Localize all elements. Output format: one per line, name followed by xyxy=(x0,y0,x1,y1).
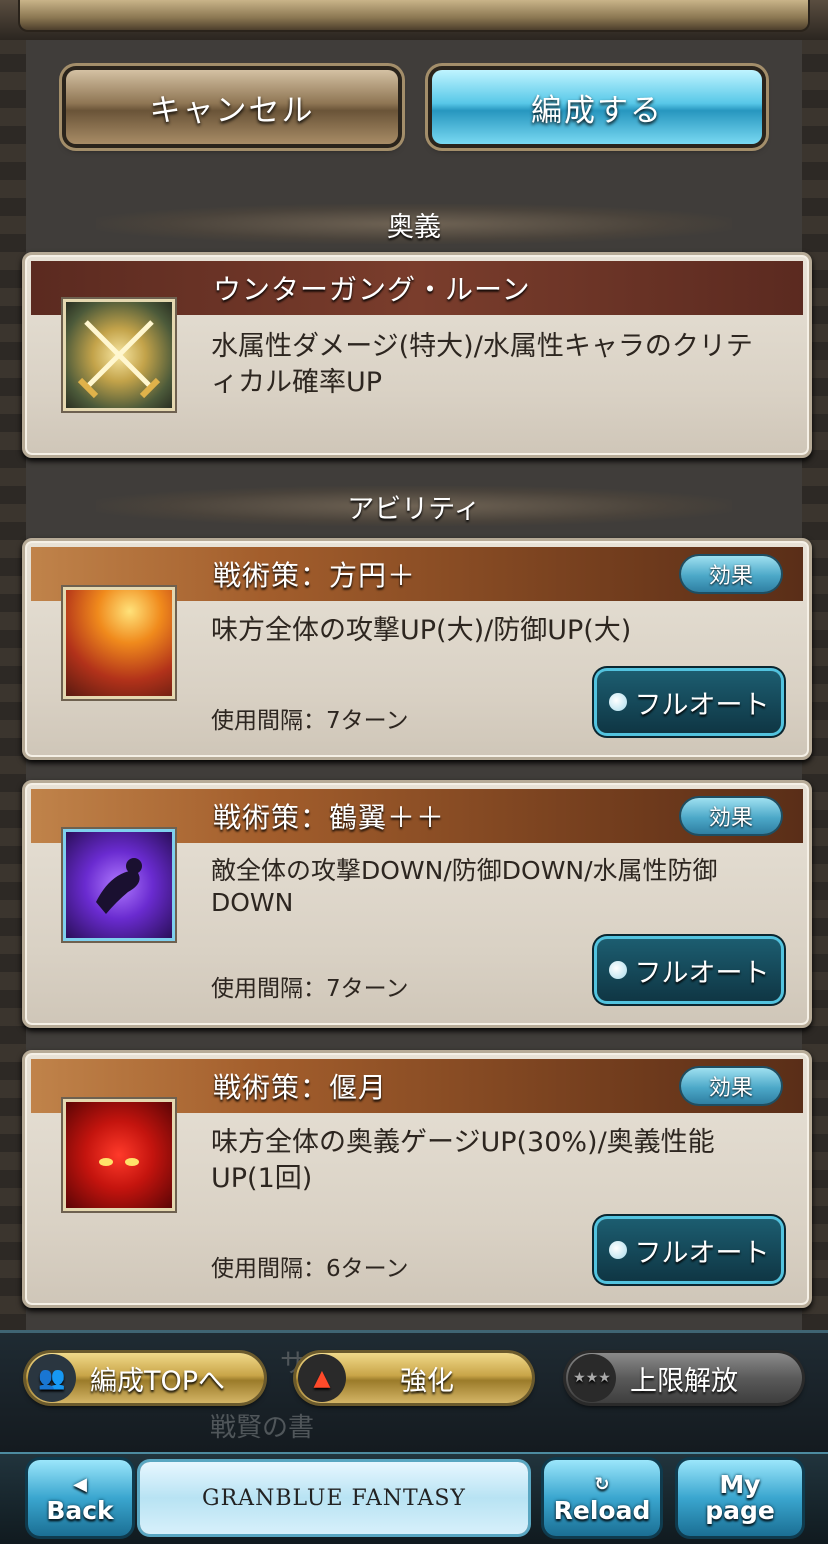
up-arrow-icon: ▲ xyxy=(298,1354,346,1402)
mypage-button[interactable]: My page xyxy=(678,1460,802,1536)
back-label: Back xyxy=(46,1496,114,1525)
ability-interval: 使用間隔：7ターン xyxy=(211,708,409,734)
bottom-navigation: サ 戦賢の書 👥 編成TOPへ ▲ 強化 ★★★ 上限解放 xyxy=(0,1330,828,1455)
party-top-button[interactable]: 👥 編成TOPへ xyxy=(26,1353,264,1403)
back-arrow-icon: ◀ xyxy=(73,1474,87,1495)
reload-icon: ↻ xyxy=(594,1474,610,1495)
footer-bar: ◀ Back GRANBLUE FANTASY ↻ Reload My page xyxy=(0,1452,828,1544)
fullauto-toggle[interactable]: フルオート xyxy=(597,671,781,733)
ougi-card: ウンターガング・ルーン 水属性ダメージ(特大)/水属性キャラのクリティカル確率U… xyxy=(22,252,812,458)
cancel-button[interactable]: キャンセル xyxy=(66,70,398,144)
reload-label: Reload xyxy=(553,1496,651,1525)
ability-card: 戦術策：方円＋ 効果 味方全体の攻撃UP(大)/防御UP(大) 使用間隔：7ター… xyxy=(22,538,812,760)
toggle-dot-icon xyxy=(608,693,627,711)
ability-card: 戦術策：鶴翼＋＋ 効果 敵全体の攻撃DOWN/防御DOWN/水属性防御DOWN … xyxy=(22,780,812,1028)
red-demon-face-icon xyxy=(63,1099,175,1211)
sunburst-fire-icon xyxy=(63,587,175,699)
mypage-label-1: My xyxy=(719,1470,761,1499)
ougi-section-title: 奥義 xyxy=(96,204,732,244)
limit-break-label: 上限解放 xyxy=(630,1365,738,1397)
enhance-label: 強化 xyxy=(400,1365,454,1397)
ability-interval: 使用間隔：7ターン xyxy=(211,976,409,1002)
top-frame xyxy=(0,0,828,40)
fullauto-toggle[interactable]: フルオート xyxy=(597,1219,781,1281)
fullauto-label: フルオート xyxy=(634,689,770,721)
fullauto-toggle[interactable]: フルオート xyxy=(597,939,781,1001)
ability-description: 敵全体の攻撃DOWN/防御DOWN/水属性防御DOWN xyxy=(211,856,718,917)
party-top-label: 編成TOPへ xyxy=(90,1365,226,1397)
ability-description: 味方全体の奥義ゲージUP(30%)/奥義性能UP(1回) xyxy=(211,1127,715,1194)
right-frame xyxy=(802,0,828,1542)
stars-icon: ★★★ xyxy=(568,1354,616,1402)
back-button[interactable]: ◀ Back xyxy=(28,1460,132,1536)
confirm-party-button[interactable]: 編成する xyxy=(432,70,762,144)
crossed-swords-icon xyxy=(63,299,175,411)
effect-button[interactable]: 効果 xyxy=(681,798,781,834)
ability-card: 戦術策：偃月 効果 味方全体の奥義ゲージUP(30%)/奥義性能UP(1回) 使… xyxy=(22,1050,812,1308)
mypage-label-2: page xyxy=(705,1496,775,1525)
people-icon: 👥 xyxy=(28,1354,76,1402)
fullauto-label: フルオート xyxy=(634,1237,770,1269)
ability-interval: 使用間隔：6ターン xyxy=(211,1256,409,1282)
ghost-text: 戦賢の書 xyxy=(210,1413,315,1443)
toggle-dot-icon xyxy=(608,1241,627,1259)
ability-description: 味方全体の攻撃UP(大)/防御UP(大) xyxy=(211,615,632,646)
toggle-dot-icon xyxy=(608,961,627,979)
enhance-button[interactable]: ▲ 強化 xyxy=(296,1353,532,1403)
falling-figure-icon xyxy=(63,829,175,941)
effect-button[interactable]: 効果 xyxy=(681,556,781,592)
fullauto-label: フルオート xyxy=(634,957,770,989)
left-frame xyxy=(0,0,26,1542)
limit-break-button[interactable]: ★★★ 上限解放 xyxy=(566,1353,802,1403)
game-logo: GRANBLUE FANTASY xyxy=(140,1462,528,1534)
ability-section-title: アビリティ xyxy=(96,486,732,526)
effect-button[interactable]: 効果 xyxy=(681,1068,781,1104)
ougi-description: 水属性ダメージ(特大)/水属性キャラのクリティカル確率UP xyxy=(211,331,753,398)
reload-button[interactable]: ↻ Reload xyxy=(544,1460,660,1536)
